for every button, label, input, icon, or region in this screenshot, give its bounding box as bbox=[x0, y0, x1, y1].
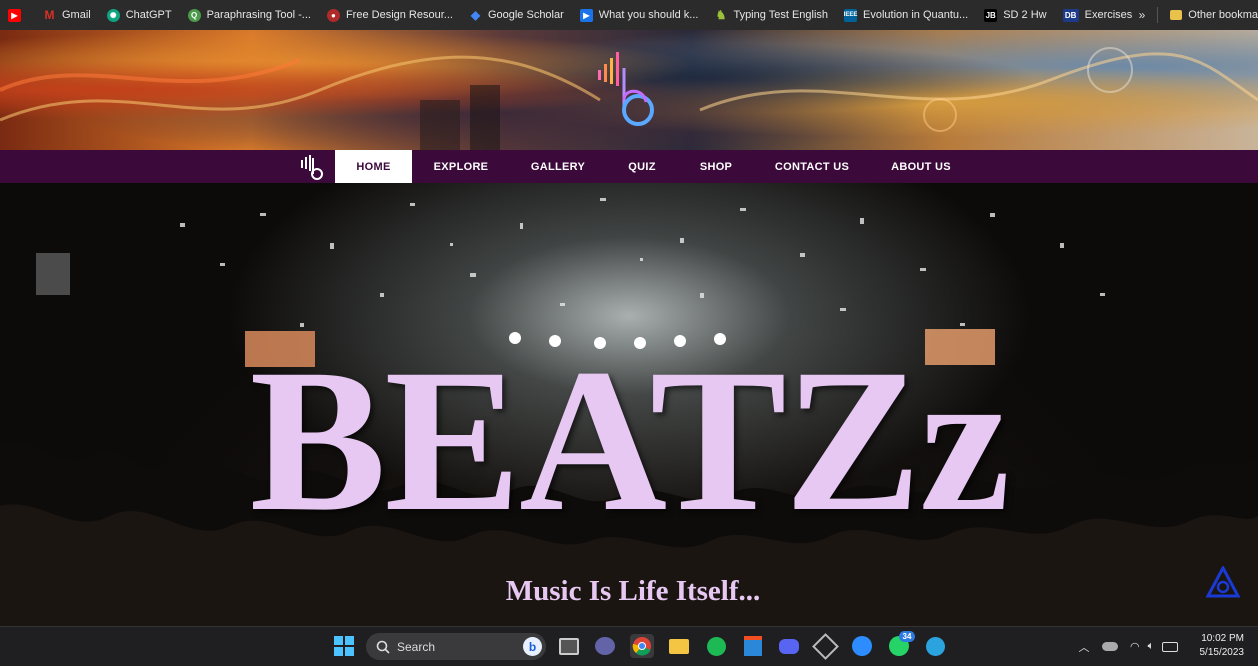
main-nav: HOME EXPLORE GALLERY QUIZ SHOP CONTACT U… bbox=[0, 150, 1258, 183]
notification-badge: 34 bbox=[899, 631, 915, 642]
teams-chat-icon[interactable] bbox=[593, 634, 617, 658]
nav-home[interactable]: HOME bbox=[335, 150, 412, 183]
chatgpt-icon: ✺ bbox=[106, 8, 120, 22]
taskbar-search[interactable]: Search b bbox=[366, 633, 546, 660]
zoom-icon[interactable] bbox=[850, 634, 874, 658]
bookmark-sd2hw[interactable]: JB SD 2 Hw bbox=[976, 0, 1054, 30]
nav-explore[interactable]: EXPLORE bbox=[422, 150, 500, 183]
bookmark-label: Google Scholar bbox=[487, 9, 564, 21]
nav-quiz[interactable]: QUIZ bbox=[618, 150, 666, 183]
task-view-icon[interactable] bbox=[557, 634, 581, 658]
bookmark-youtube[interactable]: ▶ bbox=[0, 0, 35, 30]
typing-icon: ♞ bbox=[715, 8, 727, 22]
discord-icon[interactable] bbox=[777, 634, 801, 658]
bookmark-free-design[interactable]: ● Free Design Resour... bbox=[319, 0, 461, 30]
header-banner bbox=[0, 30, 1258, 150]
bookmark-typing-test[interactable]: ♞ Typing Test English bbox=[706, 0, 836, 30]
search-placeholder: Search bbox=[397, 639, 436, 654]
wifi-icon[interactable]: ◠ bbox=[1130, 640, 1140, 653]
bookmark-google-scholar[interactable]: ◆ Google Scholar bbox=[461, 0, 572, 30]
bookmark-exercises[interactable]: DB Exercises bbox=[1055, 0, 1141, 30]
start-button[interactable] bbox=[332, 634, 356, 658]
bookmark-what-you-should[interactable]: ▶ What you should k... bbox=[572, 0, 707, 30]
more-bookmarks-button[interactable]: » bbox=[1131, 8, 1154, 22]
bookmark-label: SD 2 Hw bbox=[1003, 9, 1047, 21]
triangle-logo-icon[interactable] bbox=[1206, 566, 1240, 598]
bookmark-label: Paraphrasing Tool -... bbox=[206, 9, 311, 21]
scholar-icon: ◆ bbox=[470, 8, 481, 22]
hero-subtitle: Music Is Life Itself... bbox=[505, 575, 761, 607]
clock[interactable]: 10:02 PM 5/15/2023 bbox=[1200, 632, 1245, 660]
bookmark-label: Exercises bbox=[1084, 9, 1133, 21]
nav-contact-us[interactable]: CONTACT US bbox=[764, 150, 860, 183]
divider bbox=[1157, 7, 1159, 23]
gmail-icon: M bbox=[44, 8, 55, 22]
quillbot-icon: Q bbox=[187, 8, 201, 22]
folder-icon bbox=[1170, 10, 1183, 20]
chrome-icon[interactable] bbox=[630, 634, 654, 658]
ieee-icon: IEEE bbox=[844, 8, 857, 22]
freepik-icon: ● bbox=[326, 8, 340, 22]
nav-gallery[interactable]: GALLERY bbox=[520, 150, 596, 183]
bookmark-label: Free Design Resour... bbox=[345, 9, 453, 21]
nav-logo-icon[interactable] bbox=[298, 154, 324, 180]
windows-taskbar: Search b 34 ︿ ◠ 🔈︎ 10:02 PM 5/15/2023 bbox=[0, 626, 1258, 666]
bookmark-label: Gmail bbox=[62, 9, 91, 21]
bookmarks-bar: ▶ M Gmail ✺ ChatGPT Q Paraphrasing Tool … bbox=[0, 0, 1258, 30]
video-icon: ▶ bbox=[579, 8, 593, 22]
bookmark-gmail[interactable]: M Gmail bbox=[35, 0, 99, 30]
bookmarks-right: » Other bookma bbox=[1131, 0, 1258, 30]
unity-icon[interactable] bbox=[811, 632, 839, 660]
bookmark-label: Other bookma bbox=[1188, 9, 1258, 21]
chevron-up-icon[interactable]: ︿ bbox=[1076, 639, 1092, 655]
bookmark-evolution[interactable]: IEEE Evolution in Quantu... bbox=[836, 0, 976, 30]
bookmark-label: Evolution in Quantu... bbox=[863, 9, 969, 21]
bookmark-label: What you should k... bbox=[598, 9, 699, 21]
bing-icon: b bbox=[523, 637, 542, 656]
hero-section: BEATZz Music Is Life Itself... bbox=[0, 183, 1258, 626]
bookmark-label: Typing Test English bbox=[733, 9, 829, 21]
bookmark-chatgpt[interactable]: ✺ ChatGPT bbox=[99, 0, 180, 30]
bookmark-paraphrasing[interactable]: Q Paraphrasing Tool -... bbox=[180, 0, 319, 30]
nav-about-us[interactable]: ABOUT US bbox=[880, 150, 962, 183]
clock-date: 5/15/2023 bbox=[1199, 647, 1245, 658]
clock-time: 10:02 PM bbox=[1201, 633, 1244, 644]
spotify-icon[interactable] bbox=[704, 634, 728, 658]
onedrive-icon[interactable] bbox=[1102, 642, 1118, 651]
youtube-icon: ▶ bbox=[8, 8, 21, 22]
system-tray: ︿ ◠ 🔈︎ bbox=[1076, 627, 1179, 666]
battery-icon[interactable] bbox=[1162, 641, 1179, 652]
windows-icon bbox=[334, 636, 354, 656]
beatzz-logo[interactable] bbox=[594, 48, 664, 128]
search-icon bbox=[376, 640, 390, 654]
ms-store-icon[interactable] bbox=[741, 634, 765, 658]
volume-icon[interactable]: 🔈︎ bbox=[1148, 640, 1155, 653]
file-explorer-icon[interactable] bbox=[667, 634, 691, 658]
telegram-icon[interactable] bbox=[923, 634, 947, 658]
hero-title: BEATZz bbox=[249, 327, 1011, 554]
jb-icon: JB bbox=[984, 8, 998, 22]
db-icon: DB bbox=[1062, 8, 1079, 22]
bookmark-label: ChatGPT bbox=[125, 9, 172, 21]
nav-shop[interactable]: SHOP bbox=[690, 150, 742, 183]
other-bookmarks-button[interactable]: Other bookma bbox=[1162, 0, 1258, 30]
